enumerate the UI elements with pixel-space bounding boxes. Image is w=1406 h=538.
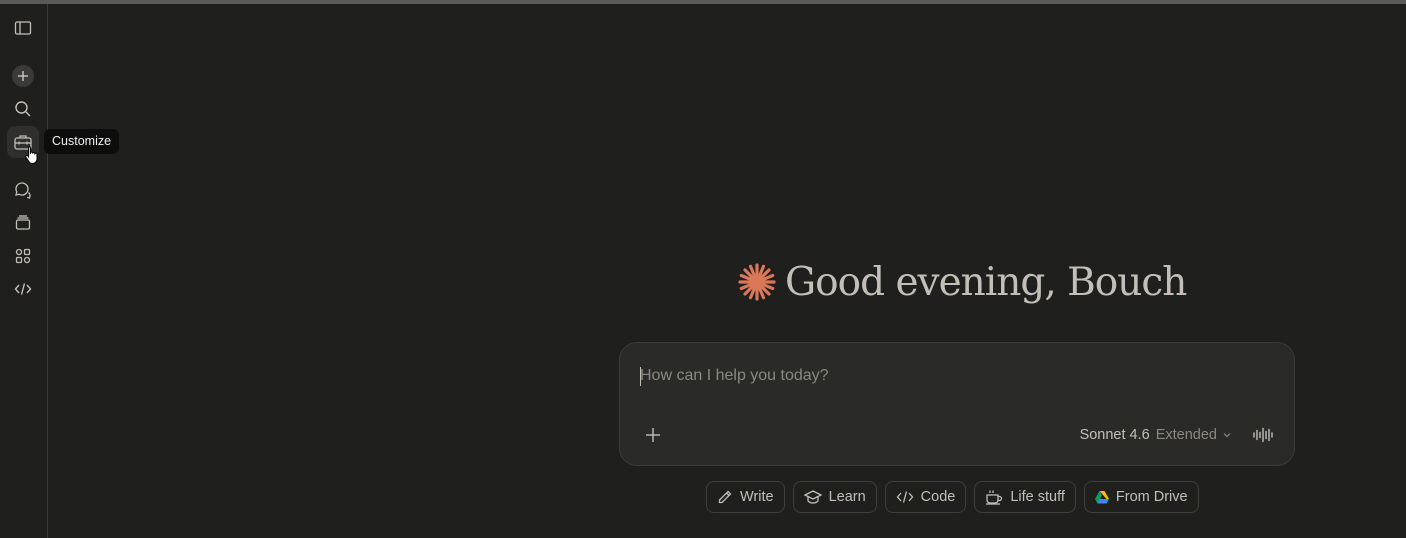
artifacts-icon bbox=[15, 248, 31, 264]
model-name: Sonnet 4.6 bbox=[1079, 427, 1150, 443]
chats-icon bbox=[15, 182, 31, 199]
chip-learn[interactable]: Learn bbox=[792, 481, 877, 513]
code-icon bbox=[14, 283, 32, 295]
chip-label: Code bbox=[920, 489, 956, 505]
coffee-cup-icon bbox=[986, 490, 1003, 505]
google-drive-icon bbox=[1094, 490, 1109, 503]
prompt-input[interactable] bbox=[640, 365, 1240, 387]
chip-code[interactable]: Code bbox=[884, 481, 967, 513]
search-button[interactable] bbox=[7, 93, 39, 125]
hand-cursor-icon bbox=[25, 146, 38, 164]
chip-label: Life stuff bbox=[1010, 489, 1065, 505]
chats-button[interactable] bbox=[7, 174, 39, 206]
composer: Sonnet 4.6 Extended bbox=[619, 342, 1295, 466]
projects-icon bbox=[15, 215, 31, 230]
voice-mode-button[interactable] bbox=[1250, 423, 1276, 447]
sidebar-toggle-button[interactable] bbox=[7, 12, 39, 44]
projects-button[interactable] bbox=[7, 207, 39, 239]
chip-life-stuff[interactable]: Life stuff bbox=[974, 481, 1076, 513]
window-top-border bbox=[0, 0, 1406, 4]
add-attachment-button[interactable] bbox=[640, 422, 666, 448]
greeting-text: Good evening, Bouch bbox=[785, 259, 1187, 305]
chevron-down-icon bbox=[1223, 433, 1231, 438]
model-mode: Extended bbox=[1155, 427, 1217, 443]
chip-label: From Drive bbox=[1115, 489, 1188, 505]
plus-icon bbox=[646, 428, 660, 442]
sidebar-toggle-icon bbox=[14, 21, 32, 35]
greeting: Good evening, Bouch bbox=[737, 254, 1187, 310]
new-chat-button[interactable] bbox=[7, 60, 39, 92]
search-icon bbox=[15, 101, 31, 117]
chip-from-drive[interactable]: From Drive bbox=[1083, 481, 1199, 513]
customize-tooltip: Customize bbox=[44, 129, 120, 154]
graduation-cap-icon bbox=[803, 490, 822, 504]
code-button[interactable] bbox=[7, 273, 39, 305]
model-selector[interactable]: Sonnet 4.6 Extended bbox=[1080, 425, 1232, 445]
chip-write[interactable]: Write bbox=[706, 481, 785, 513]
chip-label: Learn bbox=[828, 489, 866, 505]
new-chat-icon bbox=[18, 71, 28, 81]
text-caret bbox=[640, 367, 641, 386]
claude-logo-icon bbox=[738, 263, 776, 301]
chip-label: Write bbox=[740, 489, 774, 505]
artifacts-button[interactable] bbox=[7, 240, 39, 272]
sidebar bbox=[0, 4, 48, 538]
voice-waveform-icon bbox=[1253, 427, 1273, 443]
suggestion-chips: Write Learn Code Life stuff From Drive bbox=[706, 481, 1199, 513]
code-icon bbox=[896, 491, 914, 503]
pencil-icon bbox=[718, 490, 732, 504]
